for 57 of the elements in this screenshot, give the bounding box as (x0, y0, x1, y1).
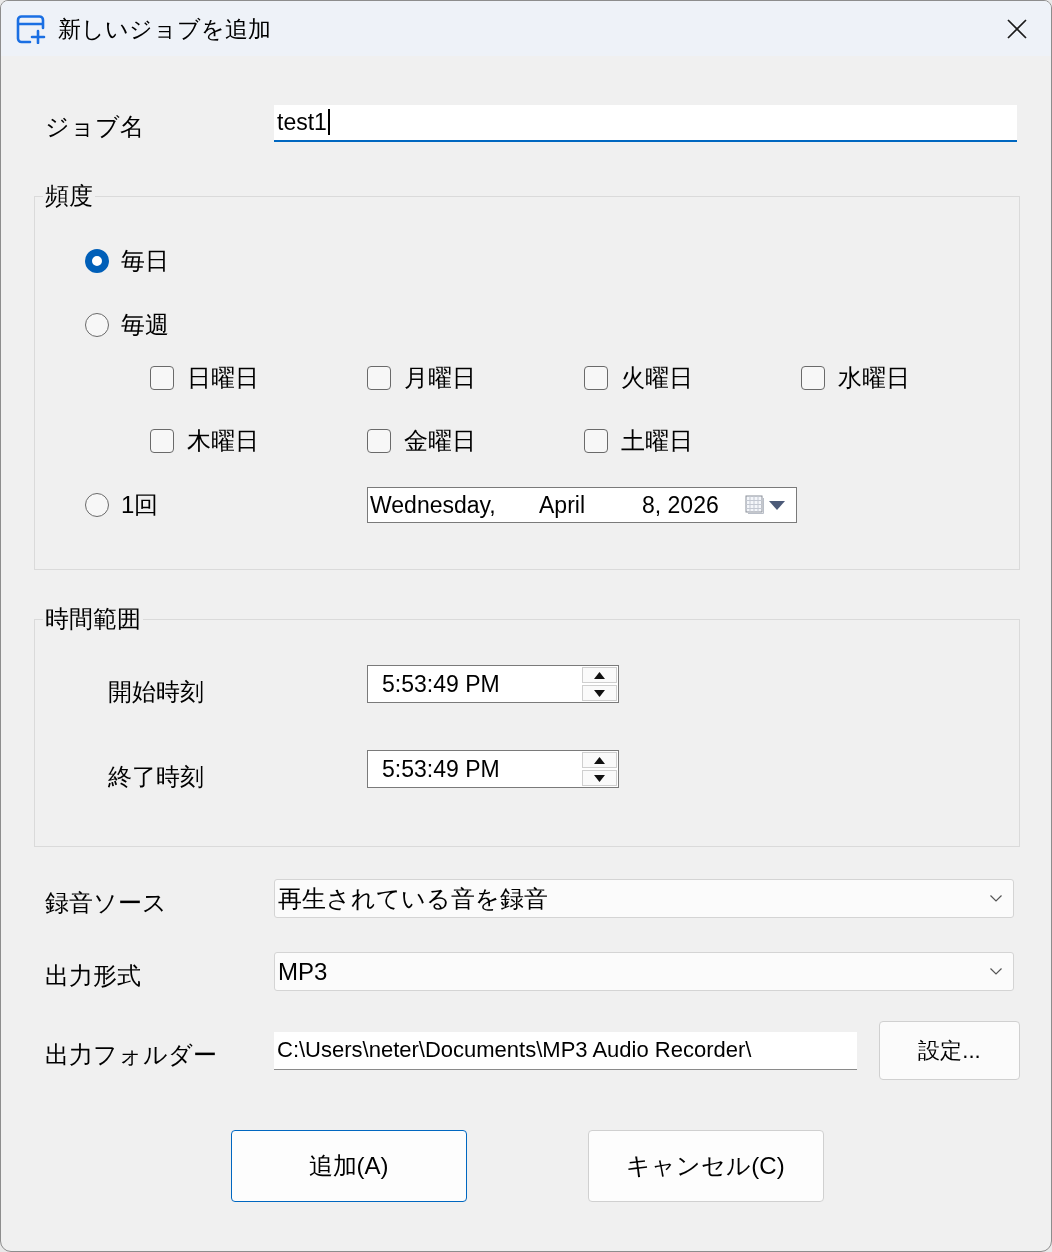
radio-label: 1回 (121, 490, 160, 520)
spin-up-button[interactable] (582, 752, 617, 768)
radio-button[interactable] (85, 313, 109, 337)
checkbox-label: 金曜日 (404, 426, 476, 456)
checkbox[interactable] (150, 429, 174, 453)
date-picker[interactable]: Wednesday, April 8, 2026 (367, 487, 797, 523)
dropdown[interactable]: 再生されている音を録音 (274, 879, 1014, 918)
dialog-button[interactable]: キャンセル(C) (587, 1130, 824, 1202)
time-spin-field[interactable]: 5:53:49 PM (367, 665, 619, 703)
checkbox[interactable] (584, 366, 608, 390)
spin-up-button[interactable] (582, 667, 617, 683)
date-text: April (539, 491, 586, 519)
dropdown-triangle-icon (769, 500, 785, 510)
date-text: 8, 2026 (642, 491, 719, 519)
field-label: 録音ソース (45, 887, 168, 918)
checkbox[interactable] (150, 366, 174, 390)
checkbox-label: 日曜日 (187, 363, 259, 393)
radio-label: 毎日 (121, 246, 169, 276)
text-field[interactable]: C:\Users\neter\Documents\MP3 Audio Recorder\ (274, 1031, 857, 1070)
browse-button[interactable]: 設定... (879, 1021, 1020, 1080)
dialog-button[interactable]: 追加(A) (230, 1130, 467, 1202)
up-triangle-icon (594, 671, 605, 679)
field-label: 終了時刻 (108, 762, 205, 792)
text-field[interactable]: test1 (274, 104, 1017, 142)
field-label: 開始時刻 (108, 677, 205, 707)
close-icon (1007, 18, 1027, 39)
field-label: 出力形式 (45, 960, 142, 991)
date-text: Wednesday, (370, 491, 497, 519)
checkbox[interactable] (584, 429, 608, 453)
dropdown[interactable]: MP3 (274, 952, 1014, 991)
radio-button[interactable] (85, 249, 109, 273)
group-title: 頻度 (44, 182, 94, 210)
checkbox[interactable] (367, 429, 391, 453)
radio-label: 毎週 (121, 310, 169, 340)
radio-button[interactable] (85, 493, 109, 517)
checkbox-label: 水曜日 (838, 363, 910, 393)
checkbox-label: 月曜日 (404, 363, 476, 393)
spin-down-button[interactable] (582, 685, 617, 701)
checkbox[interactable] (801, 366, 825, 390)
checkbox-label: 火曜日 (621, 363, 693, 393)
time-spin-field[interactable]: 5:53:49 PM (367, 750, 619, 788)
down-triangle-icon (594, 774, 605, 782)
checkbox[interactable] (367, 366, 391, 390)
spin-down-button[interactable] (582, 770, 617, 786)
text-cursor-icon (327, 109, 330, 135)
checkbox-label: 木曜日 (187, 426, 259, 456)
up-triangle-icon (594, 756, 605, 764)
chevron-down-icon (990, 895, 1002, 902)
window-title: 新しいジョブを追加 (58, 14, 271, 44)
calendar-icon (745, 495, 765, 515)
chevron-down-icon (990, 968, 1002, 975)
down-triangle-icon (594, 689, 605, 697)
group-title: 時間範囲 (44, 605, 142, 633)
checkbox-label: 土曜日 (621, 426, 693, 456)
field-label: ジョブ名 (45, 112, 145, 142)
window-plus-icon (16, 13, 46, 44)
field-label: 出力フォルダー (45, 1039, 218, 1070)
